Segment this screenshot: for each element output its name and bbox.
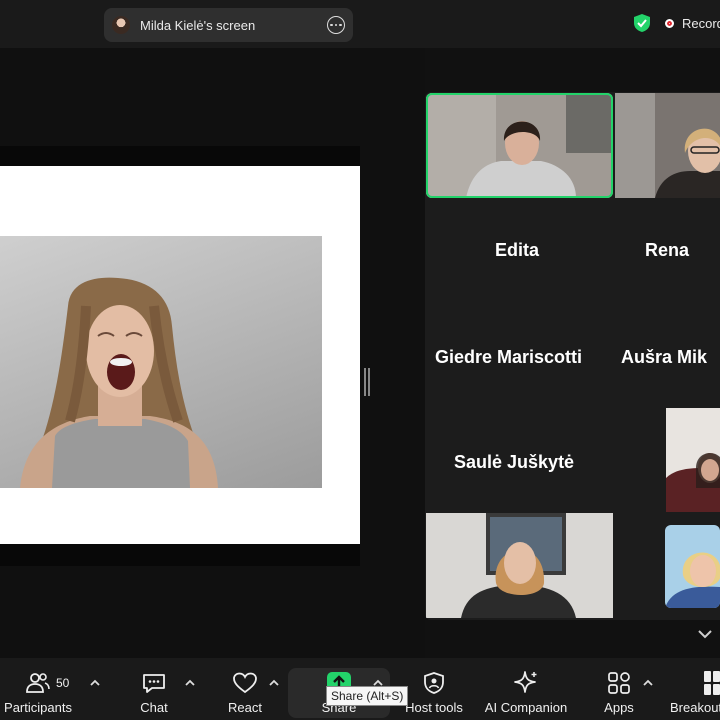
video-tile-participant[interactable] (615, 93, 720, 198)
ai-companion-button[interactable]: AI Companion (480, 658, 572, 720)
react-button[interactable]: React (220, 658, 270, 720)
video-tile-participant[interactable] (426, 513, 613, 618)
participant-name: Rena (645, 240, 690, 260)
breakout-icon (702, 670, 720, 696)
screen-share-indicator[interactable]: Milda Kielė's screen (104, 8, 353, 42)
participant-tile-rena[interactable]: Rena (615, 200, 720, 306)
video-tile-participant[interactable] (666, 408, 720, 512)
video-tile-participant[interactable] (665, 525, 720, 608)
apps-button[interactable]: Apps (596, 658, 642, 720)
participant-name: Giedre Mariscotti (435, 347, 583, 367)
shield-icon (423, 670, 445, 696)
participant-name: Edita (495, 240, 540, 260)
participant-tile-ausra[interactable]: Aušra Mik (615, 307, 720, 413)
host-tools-label: Host tools (405, 700, 463, 715)
chevron-up-icon[interactable] (372, 678, 384, 686)
shared-slide (0, 166, 360, 544)
share-tooltip: Share (Alt+S) (326, 686, 408, 706)
record-icon (665, 19, 674, 28)
chevron-up-icon[interactable] (642, 678, 654, 686)
encryption-shield-icon[interactable] (633, 13, 651, 33)
host-tools-button[interactable]: Host tools (400, 658, 468, 720)
chat-button[interactable]: Chat (130, 658, 178, 720)
ai-companion-label: AI Companion (484, 700, 568, 715)
participants-label: Participants (4, 700, 72, 715)
participant-name: Saulė Juškytė (454, 452, 575, 472)
breakout-rooms-button[interactable]: Breakout (668, 658, 720, 720)
apps-label: Apps (604, 700, 634, 715)
breakout-label: Breakout (670, 700, 720, 715)
resize-handle[interactable] (364, 368, 370, 396)
react-label: React (228, 700, 262, 715)
participant-tile-giedre[interactable]: Giedre Mariscotti (425, 307, 613, 413)
top-bar: Milda Kielė's screen Recording (0, 0, 720, 48)
chevron-up-icon[interactable] (268, 678, 280, 686)
sparkle-icon (513, 670, 539, 696)
chat-icon (141, 670, 167, 696)
shared-slide-frame (0, 146, 360, 566)
chevron-up-icon[interactable] (184, 678, 196, 686)
participant-tile-saule[interactable]: Saulė Juškytė (425, 414, 613, 520)
participants-icon (25, 670, 51, 696)
presenter-avatar (112, 16, 130, 34)
shared-screen-area (0, 48, 425, 658)
apps-icon (606, 670, 632, 696)
more-icon[interactable] (327, 16, 345, 34)
screen-share-label: Milda Kielė's screen (140, 17, 256, 33)
screaming-woman-photo (0, 236, 322, 488)
chat-label: Chat (140, 700, 168, 715)
participant-tile-edita[interactable]: Edita (425, 200, 613, 306)
chevron-up-icon[interactable] (89, 678, 101, 686)
video-tile-active-speaker[interactable] (426, 93, 613, 198)
participants-count: 50 (56, 676, 70, 690)
participant-name: Aušra Mik (621, 347, 708, 367)
chevron-down-icon[interactable] (697, 628, 713, 640)
recording-label[interactable]: Recording (682, 16, 720, 31)
heart-icon (232, 670, 258, 696)
participant-gallery: Edita Rena Giedre Mariscotti Aušra Mik S… (425, 92, 720, 620)
